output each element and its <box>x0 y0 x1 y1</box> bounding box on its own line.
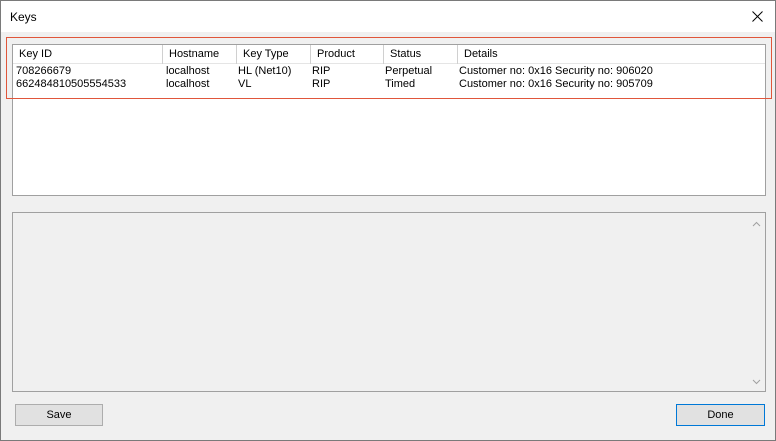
column-header-hostname[interactable]: Hostname <box>163 45 237 64</box>
scroll-up-button[interactable] <box>748 215 765 232</box>
save-button[interactable]: Save <box>15 404 103 426</box>
vertical-scrollbar[interactable] <box>748 213 765 391</box>
list-header: Key ID Hostname Key Type Product Status … <box>13 45 765 64</box>
chevron-down-icon <box>752 376 761 388</box>
details-text-area[interactable] <box>12 212 766 392</box>
chevron-up-icon <box>752 218 761 230</box>
close-icon <box>751 11 763 22</box>
cell-hostname: localhost <box>166 65 210 77</box>
done-button[interactable]: Done <box>676 404 765 426</box>
column-header-product[interactable]: Product <box>311 45 384 64</box>
scroll-down-button[interactable] <box>748 373 765 390</box>
cell-hostname: localhost <box>166 78 210 90</box>
column-header-details[interactable]: Details <box>458 45 765 64</box>
column-header-key-id[interactable]: Key ID <box>13 45 163 64</box>
window-title: Keys <box>10 10 37 24</box>
cell-key-id: 6624848105055545​33 <box>16 78 127 90</box>
cell-status: Perpetual <box>385 65 433 77</box>
table-row[interactable]: 708266679 localhost HL (Net10) RIP Perpe… <box>13 65 765 78</box>
cell-key-type: VL <box>238 78 252 90</box>
column-header-status[interactable]: Status <box>384 45 458 64</box>
cell-status: Timed <box>385 78 416 90</box>
cell-product: RIP <box>312 78 331 90</box>
close-button[interactable] <box>739 1 775 32</box>
cell-details: Customer no: 0x16 Security no: 906020 <box>459 65 653 77</box>
keys-dialog: Keys Key ID Hostname Key Type Product St… <box>0 0 776 441</box>
cell-key-id: 708266679 <box>16 65 72 77</box>
title-bar: Keys <box>1 1 775 32</box>
column-header-key-type[interactable]: Key Type <box>237 45 311 64</box>
cell-product: RIP <box>312 65 331 77</box>
table-row[interactable]: 6624848105055545​33 localhost VL RIP Tim… <box>13 78 765 91</box>
keys-list[interactable]: Key ID Hostname Key Type Product Status … <box>12 44 766 196</box>
cell-details: Customer no: 0x16 Security no: 905709 <box>459 78 653 90</box>
cell-key-type: HL (Net10) <box>238 65 292 77</box>
